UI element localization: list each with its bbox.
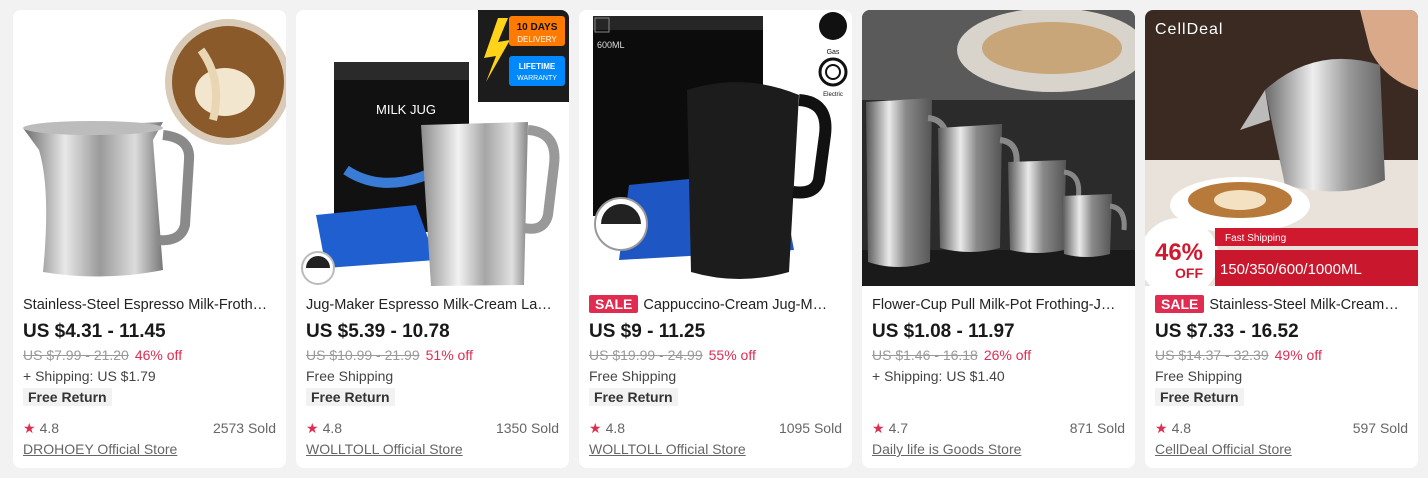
product-image[interactable]: 600ML Gas Electric	[579, 10, 852, 286]
free-return-badge: Free Return	[1155, 388, 1244, 406]
product-card[interactable]: CellDeal 46% OFF Fast Shipping 150/350/6…	[1145, 10, 1418, 468]
star-icon: ★	[872, 420, 885, 436]
product-title[interactable]: Stainless-Steel Espresso Milk-Froth…	[23, 295, 276, 315]
product-card[interactable]: Flower-Cup Pull Milk-Pot Frothing-J… US …	[862, 10, 1135, 468]
product-image[interactable]	[13, 10, 286, 286]
original-price: US $14.37 - 32.39	[1155, 347, 1269, 363]
product-grid: Stainless-Steel Espresso Milk-Froth… US …	[13, 10, 1418, 468]
product-card[interactable]: Stainless-Steel Espresso Milk-Froth… US …	[13, 10, 286, 468]
product-title[interactable]: Flower-Cup Pull Milk-Pot Frothing-J…	[872, 295, 1125, 315]
product-title[interactable]: SALE Stainless-Steel Milk-Cream…	[1155, 295, 1408, 315]
shipping-info: Free Shipping	[589, 368, 677, 384]
product-image[interactable]: CellDeal 46% OFF Fast Shipping 150/350/6…	[1145, 10, 1418, 286]
rating-row: ★ 4.7 871 Sold	[872, 420, 1125, 437]
brand-watermark: CellDeal	[1155, 21, 1223, 38]
rating: ★ 4.8	[306, 420, 343, 436]
original-price: US $1.46 - 16.18	[872, 347, 978, 363]
discount-label: 51% off	[425, 347, 473, 363]
rating: ★ 4.8	[1155, 420, 1192, 436]
product-price: US $4.31 - 11.45	[23, 321, 166, 342]
discount-percent-text: 46%	[1155, 239, 1203, 266]
badge-lifetime-text: LIFETIME	[519, 62, 556, 71]
store-link[interactable]: CellDeal Official Store	[1155, 441, 1292, 457]
sold-count: 2573 Sold	[212, 420, 276, 436]
product-card[interactable]: 600ML Gas Electric SALE Cappuccino-Cream …	[579, 10, 852, 468]
product-image[interactable]: 10 DAYS DELIVERY LIFETIME WARRANTY MILK …	[296, 10, 569, 286]
star-icon: ★	[589, 420, 602, 436]
fast-shipping-text: Fast Shipping	[1225, 233, 1286, 244]
store-link[interactable]: WOLLTOLL Official Store	[306, 441, 463, 457]
product-title[interactable]: Jug-Maker Espresso Milk-Cream La…	[306, 295, 559, 315]
electric-label: Electric	[823, 92, 843, 98]
sale-tag: SALE	[589, 295, 639, 313]
star-icon: ★	[1155, 420, 1168, 436]
discount-label: 49% off	[1274, 347, 1322, 363]
product-title[interactable]: SALE Cappuccino-Cream Jug-M…	[589, 295, 842, 315]
shipping-info: + Shipping: US $1.40	[872, 368, 1005, 384]
product-price: US $5.39 - 10.78	[306, 321, 450, 342]
store-link[interactable]: DROHOEY Official Store	[23, 441, 177, 457]
product-price: US $9 - 11.25	[589, 321, 706, 342]
free-return-badge: Free Return	[589, 388, 678, 406]
sold-count: 1350 Sold	[495, 420, 559, 436]
sold-count: 597 Sold	[1352, 420, 1408, 436]
price-original-row: US $7.99 - 21.20 46% off	[23, 347, 276, 363]
star-icon: ★	[23, 420, 36, 436]
sold-count: 1095 Sold	[778, 420, 842, 436]
product-card[interactable]: 10 DAYS DELIVERY LIFETIME WARRANTY MILK …	[296, 10, 569, 468]
gas-label: Gas	[827, 49, 840, 56]
rating-row: ★ 4.8 1095 Sold	[589, 420, 842, 437]
price-original-row: US $10.99 - 21.99 51% off	[306, 347, 559, 363]
discount-off-text: OFF	[1175, 265, 1203, 281]
shipping-info: + Shipping: US $1.79	[23, 368, 156, 384]
rating-row: ★ 4.8 2573 Sold	[23, 420, 276, 437]
price-original-row: US $14.37 - 32.39 49% off	[1155, 347, 1408, 363]
price-original-row: US $1.46 - 16.18 26% off	[872, 347, 1125, 363]
rating-row: ★ 4.8 1350 Sold	[306, 420, 559, 437]
discount-label: 55% off	[708, 347, 756, 363]
rating: ★ 4.8	[23, 420, 60, 436]
free-return-badge: Free Return	[306, 388, 395, 406]
free-return-badge: Free Return	[23, 388, 112, 406]
shipping-info: Free Shipping	[1155, 368, 1243, 384]
capacity-text: 600ML	[597, 40, 625, 50]
store-link[interactable]: WOLLTOLL Official Store	[589, 441, 746, 457]
product-image[interactable]	[862, 10, 1135, 286]
star-icon: ★	[306, 420, 319, 436]
sale-tag: SALE	[1155, 295, 1205, 313]
original-price: US $7.99 - 21.20	[23, 347, 129, 363]
sizes-text: 150/350/600/1000ML	[1220, 261, 1362, 278]
sold-count: 871 Sold	[1069, 420, 1125, 436]
badge-warranty-text: WARRANTY	[517, 75, 557, 82]
store-link[interactable]: Daily life is Goods Store	[872, 441, 1021, 457]
badge-delivery-text: DELIVERY	[517, 35, 557, 44]
original-price: US $19.99 - 24.99	[589, 347, 703, 363]
product-price: US $7.33 - 16.52	[1155, 321, 1299, 342]
badge-days-text: 10 DAYS	[517, 22, 558, 33]
discount-label: 46% off	[134, 347, 183, 363]
shipping-info: Free Shipping	[306, 368, 394, 384]
price-original-row: US $19.99 - 24.99 55% off	[589, 347, 842, 363]
rating-row: ★ 4.8 597 Sold	[1155, 420, 1408, 437]
rating: ★ 4.7	[872, 420, 909, 436]
box-label-text: MILK JUG	[376, 102, 436, 117]
product-price: US $1.08 - 11.97	[872, 321, 1015, 342]
rating: ★ 4.8	[589, 420, 626, 436]
discount-label: 26% off	[983, 347, 1032, 363]
original-price: US $10.99 - 21.99	[306, 347, 420, 363]
